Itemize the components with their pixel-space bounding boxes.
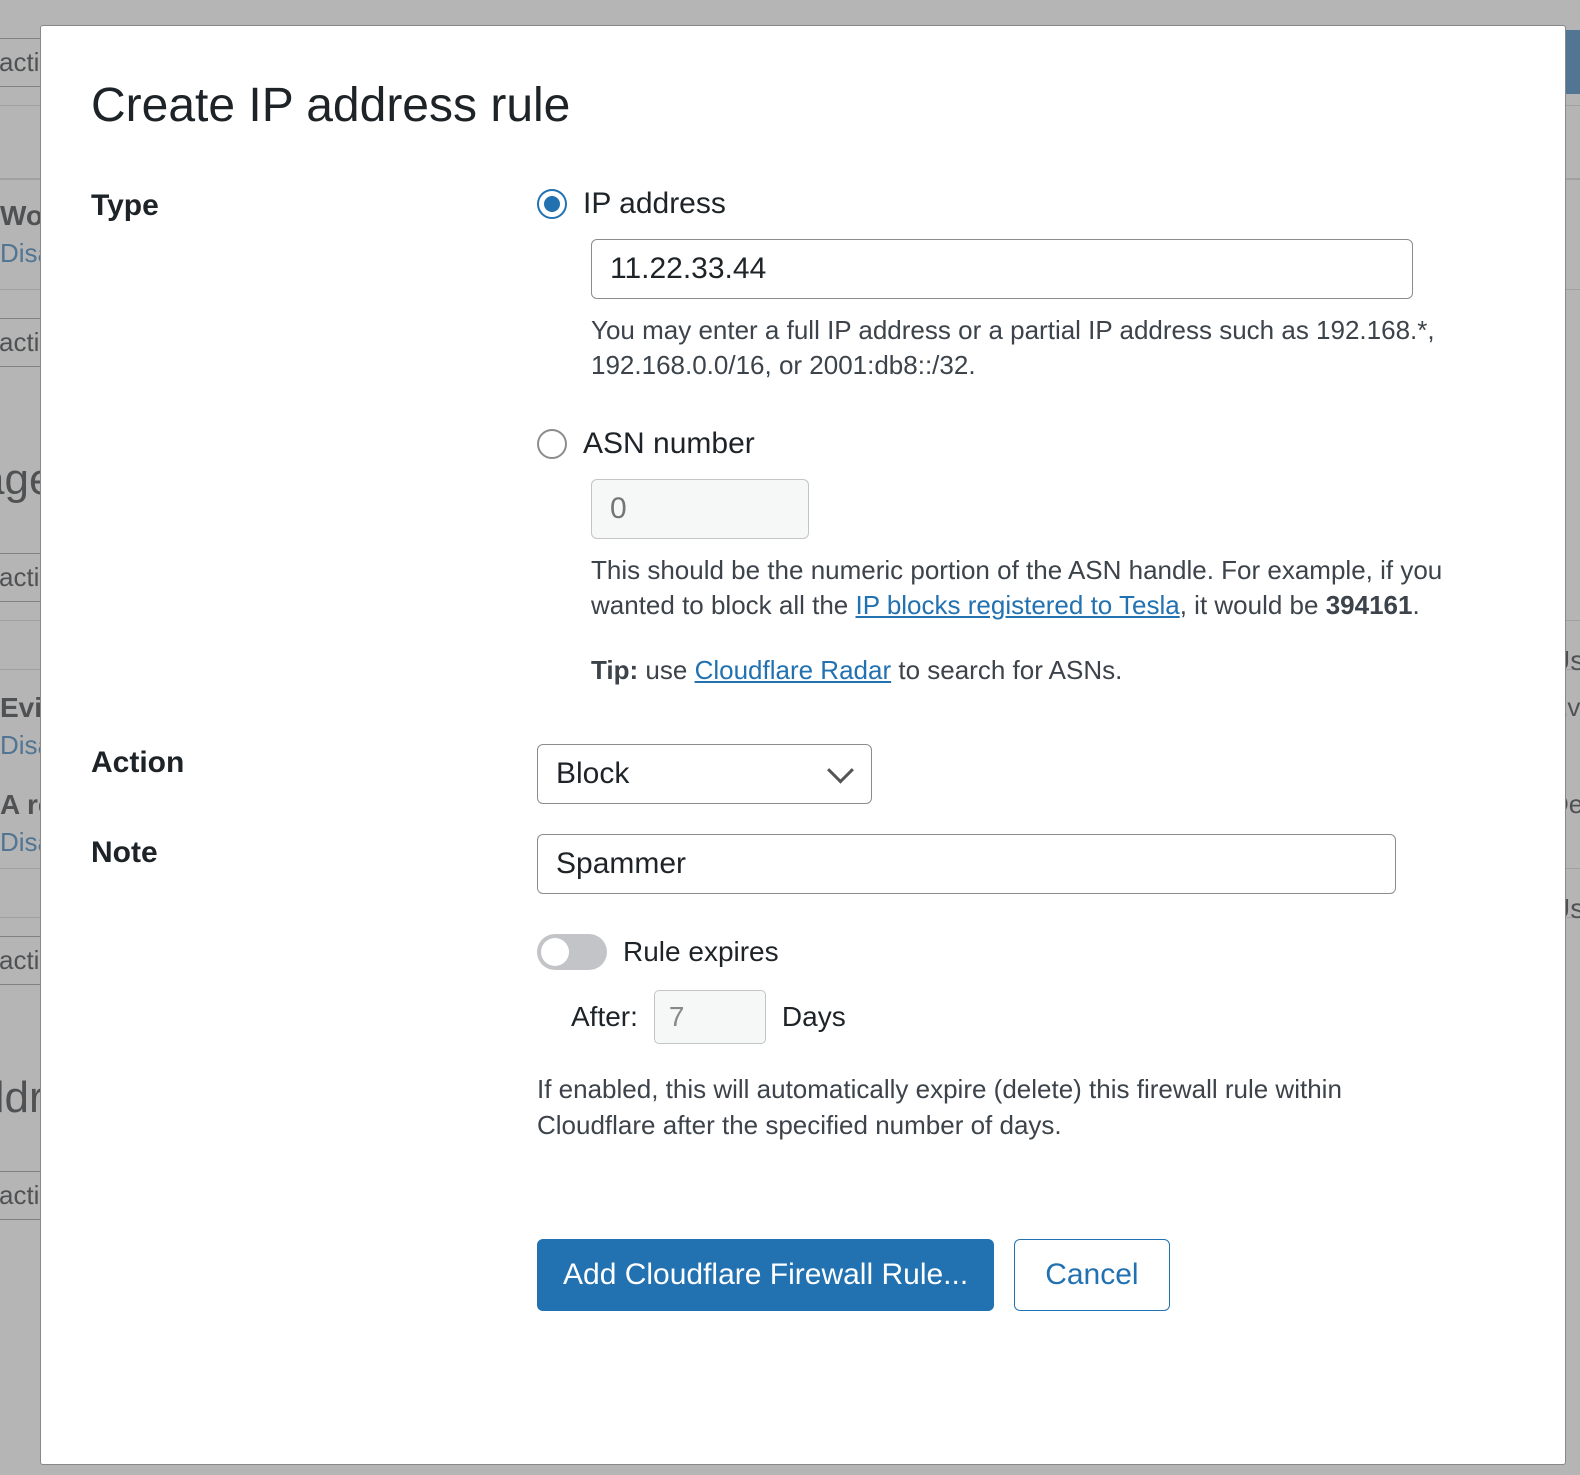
ip-address-radio[interactable]: [537, 189, 567, 219]
expire-days-input[interactable]: [654, 990, 766, 1044]
asn-tip-text: Tip: use Cloudflare Radar to search for …: [591, 653, 1451, 688]
action-select[interactable]: Block: [537, 744, 872, 804]
rule-expires-toggle[interactable]: [537, 934, 607, 970]
cancel-button[interactable]: Cancel: [1014, 1239, 1169, 1311]
expire-after-label: After:: [571, 1001, 638, 1033]
asn-number-radio[interactable]: [537, 429, 567, 459]
ip-address-radio-label: IP address: [583, 187, 726, 221]
note-input[interactable]: [537, 834, 1396, 894]
ip-help-text: You may enter a full IP address or a par…: [591, 313, 1451, 383]
expire-help-text: If enabled, this will automatically expi…: [537, 1072, 1377, 1142]
cloudflare-radar-link[interactable]: Cloudflare Radar: [695, 655, 892, 685]
type-label: Type: [91, 187, 531, 223]
note-label: Note: [91, 834, 531, 870]
add-firewall-rule-button[interactable]: Add Cloudflare Firewall Rule...: [537, 1239, 994, 1311]
rule-expires-label: Rule expires: [623, 936, 779, 968]
ip-address-input[interactable]: [591, 239, 1413, 299]
asn-number-input[interactable]: [591, 479, 809, 539]
tesla-ip-blocks-link[interactable]: IP blocks registered to Tesla: [856, 590, 1180, 620]
expire-days-unit: Days: [782, 1001, 846, 1033]
asn-help-text: This should be the numeric portion of th…: [591, 553, 1451, 623]
create-ip-rule-modal: Create IP address rule Type IP address Y…: [40, 25, 1566, 1465]
asn-number-radio-label: ASN number: [583, 427, 755, 461]
modal-title: Create IP address rule: [91, 78, 1515, 133]
action-label: Action: [91, 744, 531, 780]
